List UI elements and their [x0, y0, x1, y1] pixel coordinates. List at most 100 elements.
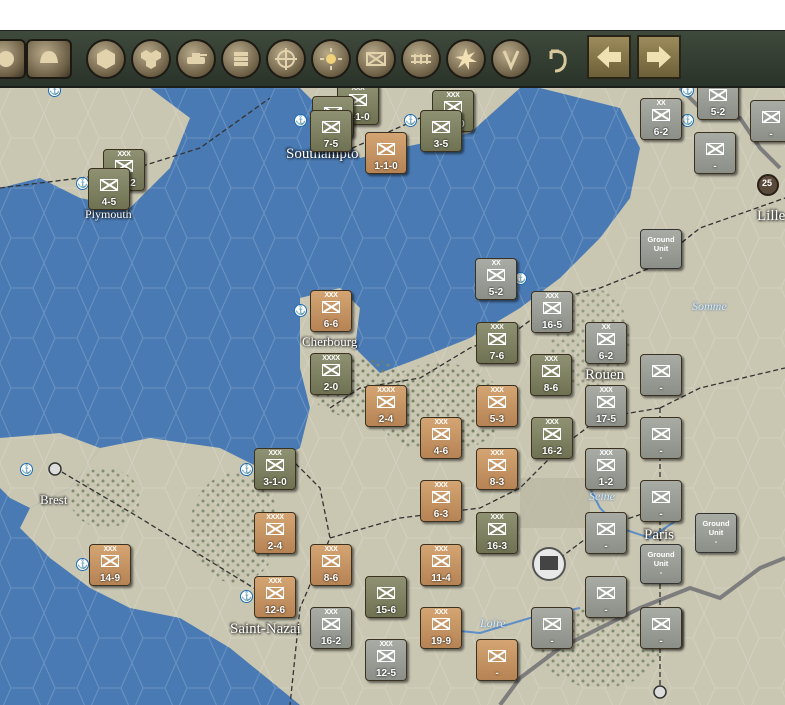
unit-counter[interactable]: XXX 14-9 [89, 544, 131, 586]
ground-unit-counter[interactable]: Ground Unit- [695, 513, 737, 553]
victory-icon[interactable] [491, 39, 531, 79]
infantry-symbol-icon [762, 111, 780, 123]
unit-counter[interactable]: XXXX 2-0 [310, 353, 352, 395]
unit-strength-label: - [495, 668, 499, 679]
unit-counter[interactable]: - [585, 512, 627, 554]
unit-counter[interactable]: - [640, 354, 682, 396]
unit-counter[interactable]: - [531, 607, 573, 649]
unit-counter[interactable]: XXX 19-9 [420, 607, 462, 649]
unit-strength-label: 6-6 [323, 319, 339, 330]
unit-counter[interactable]: - [476, 639, 518, 681]
unit-strength-label: 16-3 [486, 541, 507, 552]
unit-strength-label: 8-6 [323, 573, 339, 584]
infantry-symbol-icon [432, 428, 450, 440]
unit-strength-label: 5-2 [488, 287, 504, 298]
unit-counter[interactable]: - [585, 576, 627, 618]
city-label-saint-nazaire: Saint-Nazai [230, 621, 301, 637]
city-label-paris: Paris [644, 527, 674, 543]
unit-counter[interactable]: XXX 6-6 [310, 290, 352, 332]
unit-counter[interactable]: XXX 3-1-0 [254, 448, 296, 490]
unit-counter[interactable]: 5-2 [697, 88, 739, 120]
unit-size-label: XXX [324, 292, 338, 299]
unit-strength-label: - [713, 161, 717, 172]
infantry-symbol-icon [597, 459, 615, 471]
weather-sun-icon[interactable] [311, 39, 351, 79]
unit-strength-label: 11-4 [431, 573, 451, 584]
unit-counter[interactable]: XXX 16-3 [476, 512, 518, 554]
rail-icon[interactable] [401, 39, 441, 79]
unit-counter[interactable]: XXX 4-6 [420, 417, 462, 459]
unit-counter[interactable]: XXX 8-3 [476, 448, 518, 490]
tank-filter-icon[interactable] [176, 39, 216, 79]
unit-size-label: XXX [490, 324, 504, 331]
unit-counter[interactable]: - [640, 480, 682, 522]
unit-strength-label: 6-3 [433, 509, 449, 520]
unit-size-label: XXX [446, 92, 460, 99]
unit-size-label: XXX [268, 578, 282, 585]
unit-counter[interactable]: XXX 6-3 [420, 480, 462, 522]
ground-unit-counter[interactable]: Ground Unit- [640, 229, 682, 269]
unit-counter[interactable]: XXX 5-3 [476, 385, 518, 427]
unit-counter[interactable]: XXX 16-5 [531, 291, 573, 333]
unit-strength-label: 2-4 [267, 541, 283, 552]
game-map[interactable]: ⚓ ⚓ ⚓ ⚓ ⚓ ⚓ ⚓ ⚓ ⚓ ⚓ ⚓ ⚓ Southampto Plymo… [0, 88, 785, 705]
infantry-symbol-icon [432, 555, 450, 567]
unit-strength-label: 4-6 [433, 446, 449, 457]
unit-counter[interactable]: XXX 1-2 [585, 448, 627, 490]
infantry-symbol-icon [101, 555, 119, 567]
unit-size-label: XX [656, 100, 666, 107]
soldier-helmet-icon[interactable] [26, 39, 72, 79]
unit-counter[interactable]: XXX 8-6 [530, 354, 572, 396]
unit-counter[interactable]: - [694, 132, 736, 174]
unit-counter[interactable]: XXX 12-6 [254, 576, 296, 618]
unit-counter[interactable]: XXX 17-5 [585, 385, 627, 427]
unit-counter[interactable]: - [640, 417, 682, 459]
unit-counter[interactable]: XXX 11-4 [420, 544, 462, 586]
next-arrow-icon[interactable] [637, 35, 681, 79]
unit-counter[interactable]: - [750, 100, 785, 142]
previous-arrow-icon[interactable] [587, 35, 631, 79]
infantry-symbol-icon [322, 301, 340, 313]
unit-counter[interactable]: XXX 7-6 [476, 322, 518, 364]
unit-counter[interactable]: 4-5 [88, 168, 130, 210]
unit-size-label: XXX [268, 450, 282, 457]
infantry-symbol-icon [652, 109, 670, 121]
unit-cycle-icon[interactable] [0, 39, 26, 79]
city-label-brest: Brest [40, 492, 68, 507]
unit-counter[interactable]: XXX 12-5 [365, 639, 407, 681]
unit-counter[interactable]: XX 5-2 [475, 258, 517, 300]
infantry-symbol-icon [488, 396, 506, 408]
infantry-symbol-icon [266, 459, 284, 471]
unit-counter[interactable]: XXX 16-2 [531, 417, 573, 459]
unit-counter[interactable]: XXXX 2-4 [365, 385, 407, 427]
explosion-icon[interactable] [446, 39, 486, 79]
hex-grid-icon[interactable] [131, 39, 171, 79]
unit-counter[interactable]: XX 6-2 [585, 322, 627, 364]
unit-size-label: XXX [434, 482, 448, 489]
river-label-seine: Seine [589, 489, 615, 503]
ground-unit-counter[interactable]: Ground Unit- [640, 544, 682, 584]
unit-strength-label: - [659, 446, 663, 457]
unit-counter[interactable]: - [640, 607, 682, 649]
infantry-filter-icon[interactable] [356, 39, 396, 79]
unit-counter[interactable]: XX 6-2 [640, 98, 682, 140]
infantry-symbol-icon [377, 396, 395, 408]
supply-icon[interactable] [221, 39, 261, 79]
unit-counter[interactable]: XXXX 2-4 [254, 512, 296, 554]
unit-size-label: XXX [324, 609, 338, 616]
infantry-symbol-icon [100, 179, 118, 191]
unit-counter[interactable]: XXX 16-2 [310, 607, 352, 649]
unit-size-label: XXXX [377, 387, 395, 394]
unit-counter[interactable]: 15-6 [365, 576, 407, 618]
port-icon: ⚓ [240, 590, 253, 603]
crosshair-icon[interactable] [266, 39, 306, 79]
unit-counter[interactable]: 3-5 [420, 110, 462, 152]
unit-counter[interactable]: 7-5 [310, 110, 352, 152]
infantry-symbol-icon [322, 618, 340, 630]
infantry-symbol-icon [543, 618, 561, 630]
unit-counter[interactable]: 1-1-0 [365, 132, 407, 174]
unit-counter[interactable]: XXX 8-6 [310, 544, 352, 586]
undo-icon[interactable] [541, 43, 575, 77]
hex-terrain-icon[interactable] [86, 39, 126, 79]
unit-size-label: XXX [544, 356, 558, 363]
